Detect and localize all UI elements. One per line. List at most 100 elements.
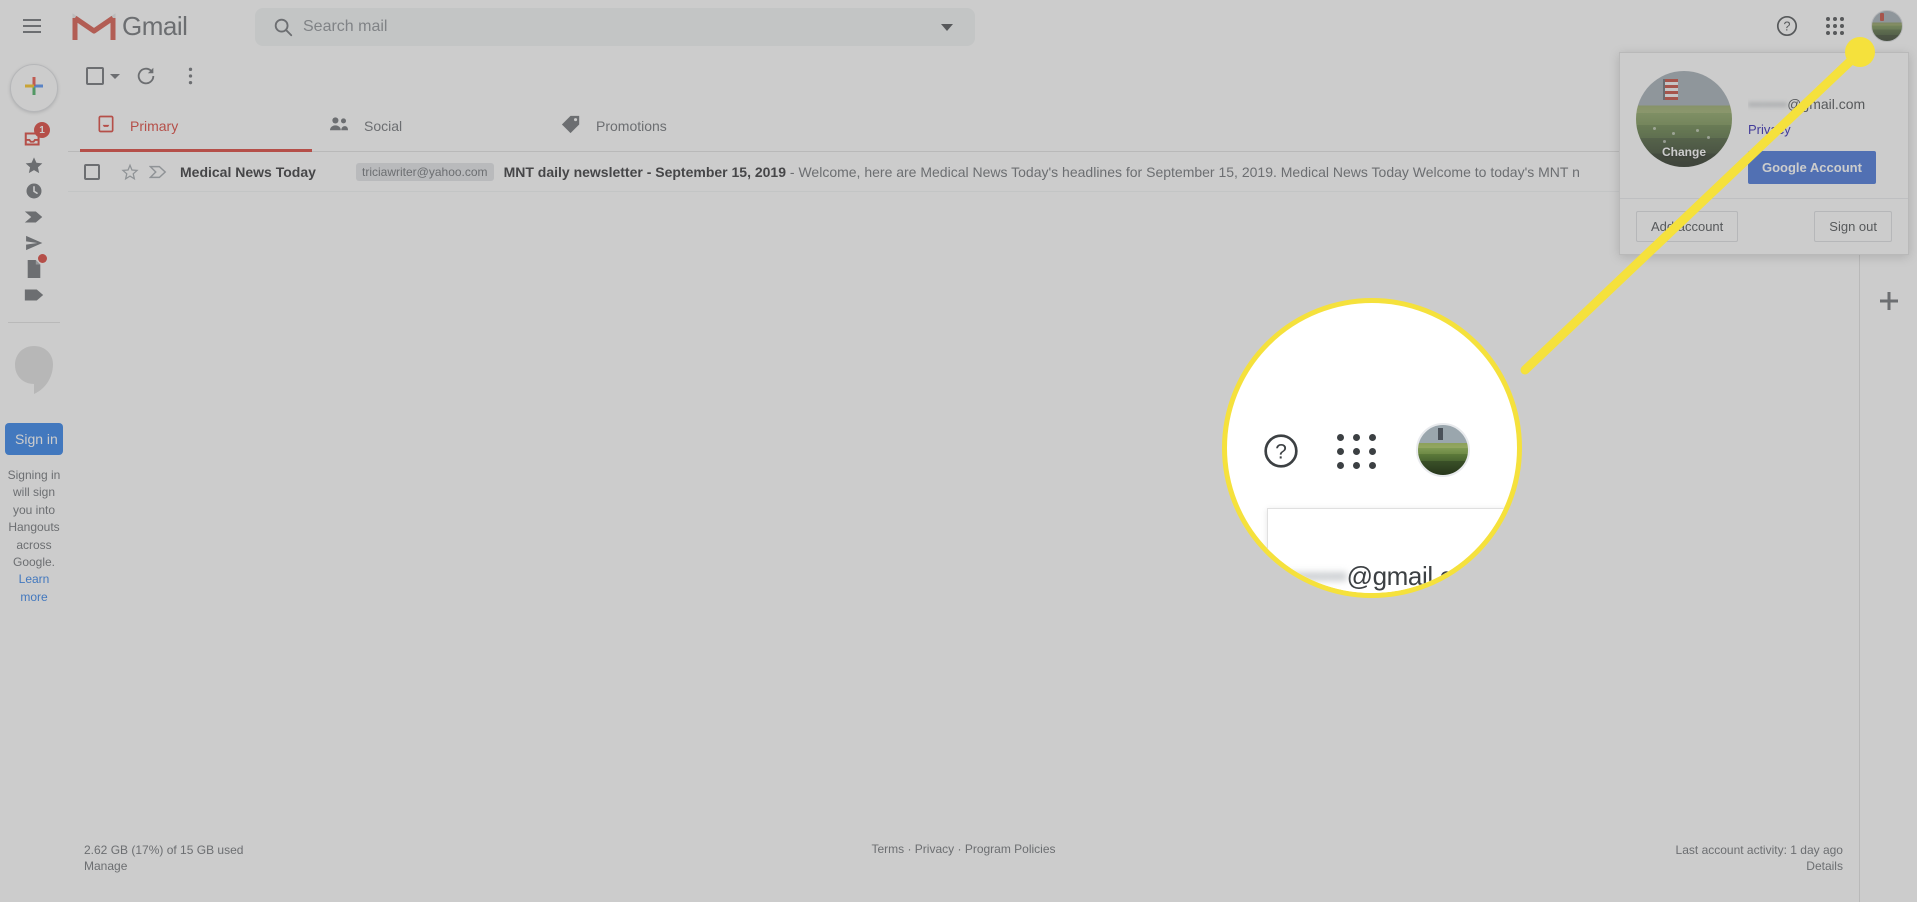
google-apps-grid-icon[interactable] <box>1813 4 1857 48</box>
gmail-m-logo <box>72 9 116 43</box>
drafts-dot-badge <box>38 254 47 263</box>
activity-details-link[interactable]: Details <box>1806 859 1843 873</box>
table-row[interactable]: Medical News Today triciawriter@yahoo.co… <box>68 152 1859 192</box>
important-marker-icon[interactable] <box>144 165 172 179</box>
help-question-icon: ? <box>1261 431 1301 471</box>
rail-divider <box>8 322 60 323</box>
chevron-down-icon[interactable] <box>110 73 120 79</box>
mail-toolbar <box>68 52 1859 100</box>
google-account-button[interactable]: Google Account <box>1748 151 1876 184</box>
avatar <box>1871 10 1903 42</box>
main-panel: Primary Social Promotions Medical News T… <box>68 52 1859 902</box>
price-tag-icon <box>560 114 582 137</box>
select-all-control[interactable] <box>84 67 122 85</box>
row-subject: MNT daily newsletter - September 15, 201… <box>503 163 787 180</box>
manage-storage-link[interactable]: Manage <box>84 859 127 873</box>
brand-label: Gmail <box>122 10 188 41</box>
sidebar-item-important[interactable] <box>6 204 62 230</box>
inbox-unread-badge: 1 <box>34 122 50 138</box>
hangouts-note-text: Signing in will sign you into Hangouts a… <box>7 468 61 569</box>
rail-items: 1 <box>0 122 68 308</box>
sidebar-item-snoozed[interactable] <box>6 178 62 204</box>
app-header: Gmail Search mail ? <box>0 0 1917 52</box>
gmail-app: Gmail Search mail ? 1 Sign in Signing in… <box>0 0 1917 902</box>
thread-list: Medical News Today triciawriter@yahoo.co… <box>68 152 1859 192</box>
terms-link[interactable]: Terms <box>871 842 904 856</box>
inbox-tabs: Primary Social Promotions <box>68 100 1859 152</box>
sidebar-item-starred[interactable] <box>6 152 62 178</box>
account-popup-top: Change ••••••••@gmail.com Privacy Google… <box>1620 53 1908 198</box>
help-question-icon[interactable]: ? <box>1765 4 1809 48</box>
row-preview: - Welcome, here are Medical News Today's… <box>786 163 1580 180</box>
screenshot-root: Gmail Search mail ? 1 Sign in Signing in… <box>0 0 1917 902</box>
account-privacy-link[interactable]: Privacy <box>1748 122 1791 137</box>
flag-detail <box>1662 78 1679 100</box>
account-email-redacted: •••••••• <box>1748 96 1788 112</box>
header-actions: ? <box>1765 0 1909 52</box>
search-input[interactable] <box>303 18 927 36</box>
plus-icon[interactable] <box>1875 287 1903 315</box>
hamburger-icon[interactable] <box>8 2 56 50</box>
sidebar-item-sent[interactable] <box>6 230 62 256</box>
footer-separator-1: · <box>907 841 912 856</box>
magnified-email-redacted: •••••••• <box>1277 561 1347 591</box>
footer-links: Terms · Privacy · Program Policies <box>664 842 1262 874</box>
account-email-domain: @gmail.com <box>1787 96 1866 112</box>
star-outline-icon[interactable] <box>116 163 144 181</box>
tab-primary-label: Primary <box>130 117 179 134</box>
magnified-account-email: ••••••••@gmail.com <box>1277 561 1488 592</box>
tab-promotions-label: Promotions <box>596 117 667 134</box>
account-popup-actions: Add account Sign out <box>1620 198 1908 254</box>
sign-out-button[interactable]: Sign out <box>1814 211 1892 242</box>
svg-text:?: ? <box>1784 20 1791 34</box>
add-account-button[interactable]: Add account <box>1636 211 1739 242</box>
magnified-email-domain: @gmail.com <box>1346 561 1488 591</box>
hangouts-signin-note: Signing in will sign you into Hangouts a… <box>5 467 63 606</box>
footer-activity: Last account activity: 1 day ago Details <box>1263 842 1843 874</box>
privacy-link[interactable]: Privacy <box>915 842 954 856</box>
tab-promotions[interactable]: Promotions <box>544 100 776 151</box>
profile-photo[interactable]: Change <box>1636 71 1732 167</box>
hangouts-signin-section: Sign in Signing in will sign you into Ha… <box>5 423 63 606</box>
app-footer: 2.62 GB (17%) of 15 GB used Manage Terms… <box>68 842 1859 874</box>
storage-text: 2.62 GB (17%) of 15 GB used <box>84 842 244 857</box>
footer-separator-2: · <box>957 841 962 856</box>
sidebar-item-drafts[interactable] <box>6 254 62 282</box>
footer-storage: 2.62 GB (17%) of 15 GB used Manage <box>84 842 664 874</box>
tab-social-label: Social <box>364 117 403 134</box>
svg-text:?: ? <box>1275 441 1287 464</box>
account-info: ••••••••@gmail.com Privacy Google Accoun… <box>1748 71 1892 184</box>
row-checkbox[interactable] <box>84 163 100 180</box>
search-bar[interactable] <box>255 8 975 46</box>
sidebar-item-inbox[interactable]: 1 <box>6 122 62 152</box>
account-email: ••••••••@gmail.com <box>1748 96 1892 112</box>
more-vertical-icon[interactable] <box>170 56 210 96</box>
magnifier-content: ? ••••••••@gmail.com <box>1227 303 1517 593</box>
hangouts-logo-icon <box>11 345 57 395</box>
last-activity-text: Last account activity: 1 day ago <box>1675 842 1843 857</box>
program-policies-link[interactable]: Program Policies <box>965 842 1056 856</box>
tab-primary[interactable]: Primary <box>80 100 312 152</box>
magnifier-circle: ? ••••••••@gmail.com <box>1222 298 1522 598</box>
compose-button[interactable] <box>10 64 58 112</box>
hangouts-learn-more-link[interactable]: Learn more <box>19 572 50 603</box>
account-name <box>1748 79 1892 94</box>
refresh-icon[interactable] <box>126 56 166 96</box>
chevron-down-icon[interactable] <box>927 8 967 46</box>
account-popup: Change ••••••••@gmail.com Privacy Google… <box>1619 52 1909 255</box>
tab-social[interactable]: Social <box>312 100 544 151</box>
checkbox-icon[interactable] <box>86 67 104 85</box>
brand: Gmail <box>72 9 188 43</box>
search-icon[interactable] <box>263 8 303 46</box>
row-recipient-chip: triciawriter@yahoo.com <box>356 162 494 181</box>
sidebar-item-labels[interactable] <box>6 282 62 308</box>
account-avatar <box>1416 423 1470 477</box>
google-apps-grid-icon <box>1337 434 1378 469</box>
account-avatar[interactable] <box>1865 4 1909 48</box>
hangouts-signin-button[interactable]: Sign in <box>5 423 63 455</box>
compose-plus-icon <box>22 74 46 103</box>
row-sender: Medical News Today <box>180 163 316 180</box>
people-icon <box>328 115 350 136</box>
change-photo-label[interactable]: Change <box>1636 145 1732 159</box>
left-rail: 1 Sign in Signing in will sign you into … <box>0 52 68 902</box>
